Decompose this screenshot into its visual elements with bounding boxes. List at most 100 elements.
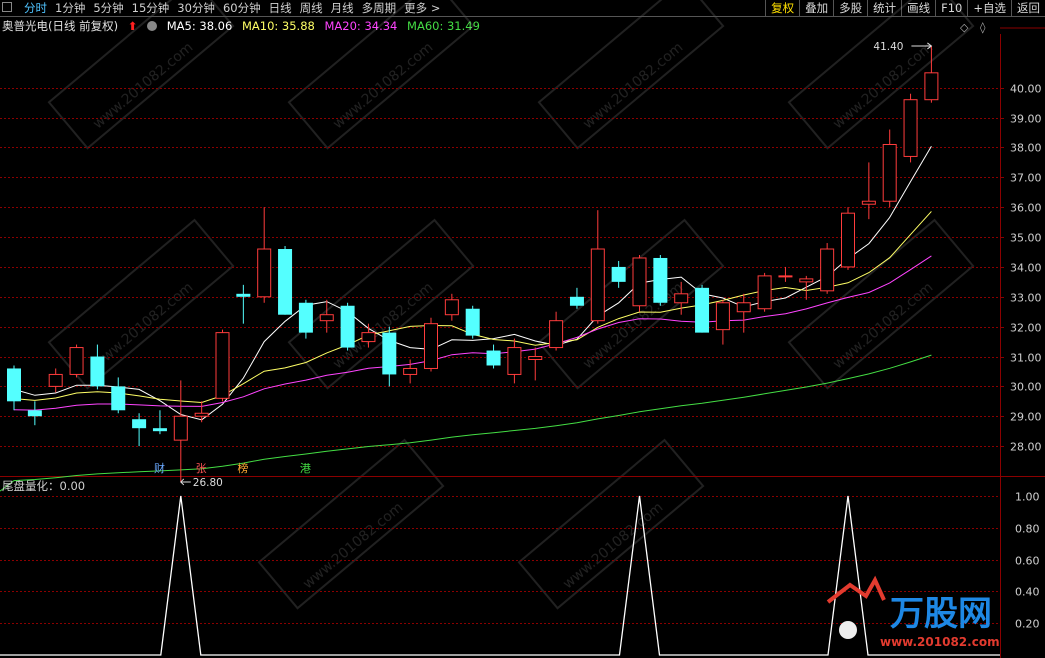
period-tab-8[interactable]: 月线 bbox=[331, 1, 354, 15]
candle-body-down bbox=[111, 386, 126, 411]
watermark-4: www.201082.com bbox=[47, 218, 235, 390]
badge-3: 港 bbox=[300, 462, 311, 475]
candle-body-up bbox=[882, 143, 897, 202]
high-price-label: 41.40 bbox=[873, 41, 903, 53]
period-tab-1[interactable]: 1分钟 bbox=[55, 1, 85, 15]
candle-body-down bbox=[382, 332, 397, 375]
price-tick-label: 33.00 bbox=[1010, 292, 1042, 305]
watermark-5: www.201082.com bbox=[287, 218, 475, 390]
ma20-value: MA20: 34.34 bbox=[324, 19, 398, 33]
candle-body-up bbox=[361, 332, 376, 343]
right-toolbar: 复权 叠加 多股 统计 画线 F10 +自选 返回 bbox=[765, 0, 1045, 16]
candle-body-down bbox=[27, 410, 42, 417]
indicator-panel: 1.00 0.80 0.60 0.40 0.20 bbox=[0, 491, 1040, 656]
candle-body-up bbox=[444, 299, 459, 316]
toolbar-button-2[interactable]: 多股 bbox=[833, 0, 867, 16]
candle-body-up bbox=[903, 99, 918, 157]
period-tab-3[interactable]: 15分钟 bbox=[132, 1, 170, 15]
toolbar-button-6[interactable]: +自选 bbox=[967, 0, 1011, 16]
candle-body-down bbox=[7, 368, 21, 402]
period-tab-10[interactable]: 更多 > bbox=[404, 1, 440, 15]
ma5-value: MA5: 38.06 bbox=[166, 19, 233, 33]
settings-circle-icon[interactable] bbox=[147, 21, 158, 31]
price-tick-label: 36.00 bbox=[1010, 202, 1042, 215]
candlesticks bbox=[7, 45, 939, 482]
ma10-line bbox=[13, 211, 932, 404]
watermark-box bbox=[47, 218, 235, 390]
watermark-box bbox=[787, 0, 975, 150]
candle-body-up bbox=[632, 257, 647, 307]
watermark-text: www.201082.com bbox=[830, 279, 936, 372]
candle-body-up bbox=[48, 373, 63, 387]
candle-body-up bbox=[924, 72, 939, 101]
watermark-text: www.201082.com bbox=[300, 499, 406, 592]
watermark-text: www.201082.com bbox=[580, 39, 686, 132]
watermark-box bbox=[787, 218, 975, 390]
watermark-layer: www.201082.com www.201082.com www.201082.c… bbox=[47, 0, 975, 610]
toolbar-button-4[interactable]: 画线 bbox=[901, 0, 935, 16]
ma5-line bbox=[13, 146, 932, 421]
period-tab-7[interactable]: 周线 bbox=[300, 1, 323, 15]
price-tick-label: 34.00 bbox=[1010, 262, 1042, 275]
price-axis: 40.00 39.00 38.00 37.00 36.00 35.00 34.00 33.00… bbox=[960, 21, 1042, 454]
kline-chart[interactable]: www.201082.com www.201082.com www.201082.c… bbox=[0, 0, 1045, 658]
candle-body-up bbox=[736, 302, 751, 313]
candle-body-up bbox=[757, 275, 772, 310]
toolbar-button-0[interactable]: 复权 bbox=[765, 0, 799, 16]
watermark-text: www.201082.com bbox=[90, 279, 196, 372]
candle-body-up bbox=[799, 278, 814, 283]
candle-body-down bbox=[486, 350, 501, 366]
watermark-box bbox=[537, 0, 725, 150]
toolbar-button-1[interactable]: 叠加 bbox=[799, 0, 833, 16]
candle-body-down bbox=[236, 293, 251, 297]
watermark-7: www.201082.com bbox=[787, 218, 975, 390]
period-tab-6[interactable]: 日线 bbox=[269, 1, 292, 15]
period-tab-5[interactable]: 60分钟 bbox=[223, 1, 261, 15]
badge-2: 榜 bbox=[237, 461, 248, 475]
price-tick-label: 35.00 bbox=[1010, 232, 1042, 245]
toolbar-button-5[interactable]: F10 bbox=[935, 0, 967, 16]
candle-body-down bbox=[695, 287, 710, 333]
candle-body-up bbox=[257, 248, 272, 298]
period-tab-9[interactable]: 多周期 bbox=[362, 1, 397, 15]
candle-body-up bbox=[528, 356, 543, 361]
watermark-9: www.201082.com bbox=[517, 438, 705, 610]
stock-title[interactable]: 奥普光电(日线 前复权) bbox=[2, 19, 118, 33]
event-badges: 财张榜港 bbox=[154, 461, 311, 475]
price-tick-label: 32.00 bbox=[1010, 322, 1042, 335]
candle-body-down bbox=[569, 296, 584, 306]
watermark-box bbox=[287, 218, 475, 390]
period-tab-0[interactable]: 分时 bbox=[24, 1, 47, 15]
tail-quant-line bbox=[0, 495, 1000, 656]
top-toolbar: 分时 1分钟 5分钟 15分钟 30分钟 60分钟 日线 周线 月线 多周期 更多 > 复权 叠加 多股… bbox=[0, 0, 1045, 16]
up-arrow-icon: ⬆ bbox=[127, 19, 138, 33]
watermark-box bbox=[517, 438, 705, 610]
watermark-text: www.201082.com bbox=[830, 39, 936, 132]
toolbar-button-7[interactable]: 返回 bbox=[1011, 0, 1045, 16]
moving-average-lines bbox=[0, 146, 932, 492]
candle-body-down bbox=[465, 308, 480, 336]
period-tab-4[interactable]: 30分钟 bbox=[177, 1, 215, 15]
price-tick-label: 30.00 bbox=[1010, 381, 1042, 394]
candle-body-down bbox=[152, 428, 167, 432]
candle-body-down bbox=[90, 356, 105, 387]
info-bar: 奥普光电(日线 前复权) ⬆ MA5: 38.06 MA10: 35.88 MA… bbox=[0, 18, 486, 34]
high-arrow bbox=[911, 42, 933, 50]
badge-1: 张 bbox=[196, 462, 207, 475]
logo-url: www.201082.com bbox=[880, 635, 1000, 649]
price-tick-label: 38.00 bbox=[1010, 142, 1042, 155]
price-grid bbox=[0, 16, 1045, 658]
candle-body-down bbox=[611, 266, 626, 282]
toolbar-button-3[interactable]: 统计 bbox=[867, 0, 901, 16]
badge-0: 财 bbox=[154, 461, 165, 475]
watermark-text: www.201082.com bbox=[90, 39, 196, 132]
candle-body-up bbox=[549, 320, 564, 349]
window-menu-icon[interactable] bbox=[2, 2, 12, 12]
period-tab-2[interactable]: 5分钟 bbox=[93, 1, 123, 15]
watermark-box bbox=[537, 218, 725, 390]
logo-name: 万股网 bbox=[890, 594, 992, 634]
watermark-text: www.201082.com bbox=[560, 499, 666, 592]
indicator-label: 尾盘量化：0.00 bbox=[2, 479, 86, 493]
candle-body-down bbox=[340, 305, 355, 348]
candle-body-up bbox=[69, 347, 84, 375]
